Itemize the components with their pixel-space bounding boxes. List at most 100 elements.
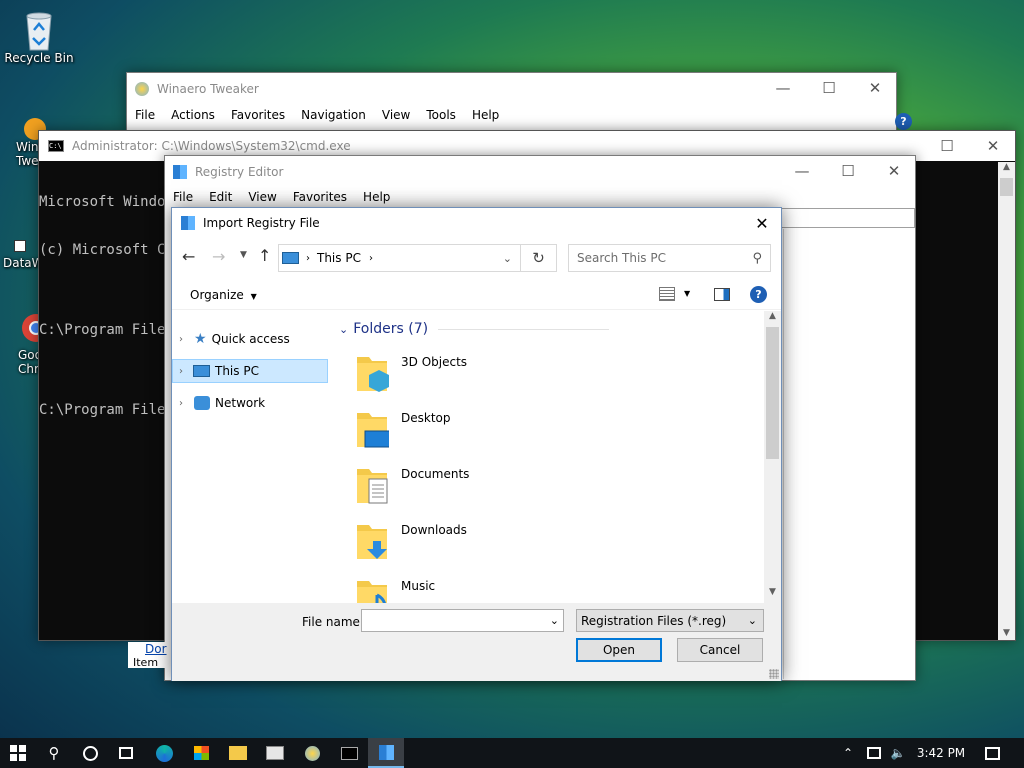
dialog-title-bar[interactable]: Import Registry File ✕ [172,208,781,238]
breadcrumb-separator-icon[interactable]: › [369,253,373,264]
organize-button[interactable]: Organize ▼ [190,288,257,302]
import-registry-file-dialog[interactable]: Import Registry File ✕ ← → ▼ ↑ › This PC… [171,207,782,681]
maximize-button[interactable]: ☐ [825,156,871,186]
close-button[interactable]: ✕ [852,73,898,103]
scroll-thumb[interactable] [766,327,779,459]
address-bar[interactable]: › This PC › ⌄ [278,244,521,272]
clock[interactable]: 3:42 PM [912,738,970,768]
help-icon[interactable]: ? [895,113,912,130]
address-dropdown-chevron-icon[interactable]: ⌄ [503,252,512,265]
desktop-icon-dataw[interactable]: DataW [0,212,44,270]
taskbar-cmd[interactable] [331,738,367,768]
open-button[interactable]: Open [576,638,662,662]
command-bar: Organize ▼ ▼ ? [172,280,781,310]
expand-chevron-icon[interactable]: › [179,366,183,377]
folder-item[interactable]: Documents [355,461,555,511]
taskbar-edge[interactable] [146,738,182,768]
show-hidden-icons-button[interactable]: ⌃ [834,738,862,768]
cmd-icon: C:\ [48,140,64,152]
menu-file[interactable]: File [165,190,201,204]
menu-edit[interactable]: Edit [201,190,240,204]
scroll-up-arrow-icon[interactable]: ▲ [764,311,781,327]
scroll-thumb[interactable] [1000,178,1013,196]
menu-navigation[interactable]: Navigation [293,108,374,122]
close-button[interactable]: ✕ [871,156,917,186]
tree-item-network[interactable]: › Network [172,391,328,415]
folder-item[interactable]: 3D Objects [355,349,555,399]
status-link[interactable]: Dor [128,642,168,656]
file-type-select[interactable]: Registration Files (*.reg) ⌄ [576,609,764,632]
menu-help[interactable]: Help [355,190,398,204]
downloads-folder-icon [357,525,387,559]
menu-help[interactable]: Help [464,108,507,122]
close-button[interactable]: ✕ [970,131,1016,161]
maximize-button[interactable]: ☐ [924,131,970,161]
minimize-button[interactable]: — [779,156,825,186]
menu-tools[interactable]: Tools [418,108,464,122]
winaero-tweaker-window[interactable]: Winaero Tweaker — ☐ ✕ File Actions Favor… [126,72,912,132]
file-name-input[interactable]: ⌄ [361,609,564,632]
start-button[interactable] [0,738,36,768]
desktop-icon-chrome[interactable]: Goo Chro [0,312,50,376]
desktop-icon-winaero[interactable]: Win Twe [0,118,46,168]
cortana-circle-icon [82,745,98,761]
menu-favorites[interactable]: Favorites [223,108,293,122]
change-view-icon[interactable] [659,287,675,301]
taskbar-store[interactable] [183,738,219,768]
title-bar[interactable]: Registry Editor — ☐ ✕ [165,156,915,187]
folder-item[interactable]: Music [355,573,555,603]
this-pc-icon [193,365,210,377]
close-button[interactable]: ✕ [742,208,782,238]
minimize-button[interactable]: — [760,73,806,103]
title-bar[interactable]: Winaero Tweaker — ☐ ✕ [127,73,896,104]
menu-view[interactable]: View [240,190,284,204]
console-output[interactable]: Microsoft Window (c) Microsoft Co C:\Pro… [39,162,174,450]
store-icon [193,746,209,760]
desktop-icon-recycle-bin[interactable]: Recycle Bin [1,8,77,65]
menu-file[interactable]: File [127,108,163,122]
scroll-up-arrow-icon[interactable]: ▲ [998,162,1015,178]
maximize-button[interactable]: ☐ [806,73,852,103]
help-icon[interactable]: ? [750,286,767,303]
volume-tray-button[interactable]: 🔈 [886,738,910,768]
file-list[interactable]: ⌄ Folders (7) 3D Objects Desktop Documen… [335,311,780,603]
view-options-chevron-icon[interactable]: ▼ [684,289,690,298]
taskbar-app[interactable] [257,738,293,768]
expand-chevron-icon[interactable]: › [179,398,183,409]
menu-view[interactable]: View [374,108,418,122]
tree-item-this-pc[interactable]: › This PC [172,359,328,383]
tree-item-quick-access[interactable]: › ★ Quick access [172,327,328,351]
action-center-button[interactable] [974,738,1010,768]
network-tray-button[interactable] [862,738,886,768]
resize-grip-icon[interactable] [769,669,779,679]
expand-chevron-icon[interactable]: › [179,334,183,345]
search-button[interactable]: ⚲ [36,738,72,768]
scroll-down-arrow-icon[interactable]: ▼ [764,587,781,603]
taskbar-file-explorer[interactable] [220,738,256,768]
vertical-scrollbar[interactable]: ▲ ▼ [764,311,781,603]
back-arrow-icon[interactable]: ← [182,247,195,266]
taskbar-regedit[interactable] [368,738,404,768]
task-view-button[interactable] [108,738,144,768]
chevron-down-icon[interactable]: ⌄ [550,614,559,627]
cortana-button[interactable] [72,738,108,768]
folder-item[interactable]: Downloads [355,517,555,567]
vertical-scrollbar[interactable]: ▲ ▼ [998,162,1015,640]
address-bar[interactable] [781,208,915,228]
refresh-button[interactable]: ↻ [521,244,557,272]
winaero-icon [135,81,149,96]
folder-item[interactable]: Desktop [355,405,555,455]
taskbar-winaero[interactable] [294,738,330,768]
values-pane[interactable] [783,229,913,679]
search-input[interactable]: Search This PC ⚲ [568,244,771,272]
cancel-button[interactable]: Cancel [677,638,763,662]
recent-locations-chevron-icon[interactable]: ▼ [240,250,247,260]
preview-pane-icon[interactable] [714,288,730,301]
scroll-down-arrow-icon[interactable]: ▼ [998,628,1015,638]
forward-arrow-icon[interactable]: → [212,247,225,266]
menu-actions[interactable]: Actions [163,108,223,122]
menu-favorites[interactable]: Favorites [285,190,355,204]
up-arrow-icon[interactable]: ↑ [258,246,271,265]
group-header[interactable]: ⌄ Folders (7) [339,321,609,337]
breadcrumb-this-pc[interactable]: This PC [317,251,361,265]
